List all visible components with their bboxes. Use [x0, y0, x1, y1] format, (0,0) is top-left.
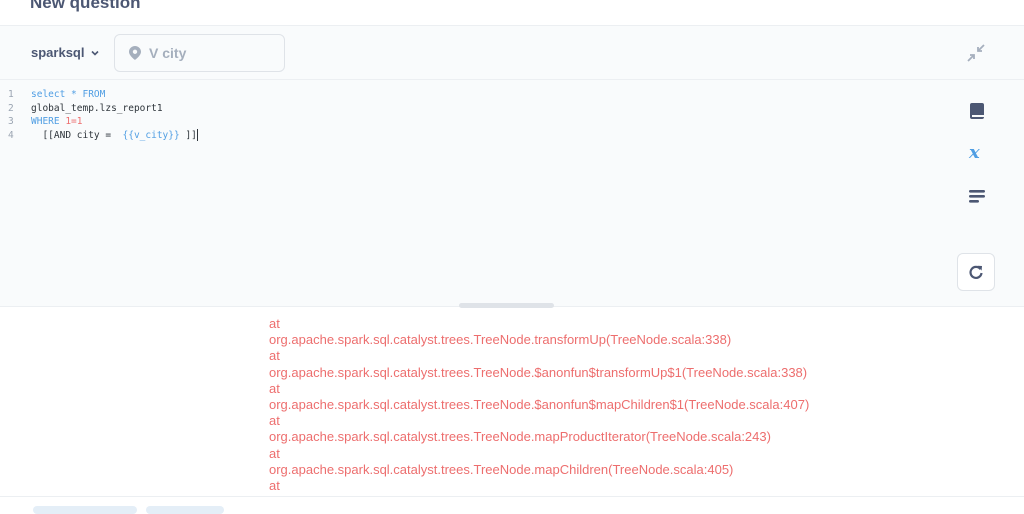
code-token: 1=1 [65, 116, 83, 127]
line-number: 2 [8, 102, 14, 114]
code-line[interactable]: 2 global_temp.lzs_report1 [8, 102, 198, 116]
code-token: select * FROM [31, 89, 106, 100]
chevron-down-icon [91, 50, 100, 56]
error-line: org.apache.spark.sql.catalyst.trees.Tree… [269, 332, 732, 348]
error-line: at [269, 413, 280, 429]
line-number: 1 [8, 89, 14, 100]
code-line[interactable]: 3 WHERE 1=1 [8, 115, 198, 129]
svg-text:x: x [968, 143, 980, 161]
collapse-editor-icon[interactable] [965, 42, 987, 64]
variables-icon[interactable]: x [966, 141, 988, 163]
footer-button[interactable] [146, 506, 224, 514]
database-name: sparksql [31, 45, 85, 60]
line-number: 4 [8, 129, 14, 141]
code-line[interactable]: 1 select * FROM [8, 88, 198, 102]
code-token: ]] [179, 129, 197, 141]
refresh-icon [969, 265, 983, 279]
error-line: org.apache.spark.sql.catalyst.trees.Tree… [269, 364, 808, 380]
text-cursor [196, 128, 198, 141]
sql-editor[interactable]: 1 select * FROM 2 global_temp.lzs_report1 3 W… [0, 80, 1024, 307]
rerun-query-button[interactable] [957, 253, 995, 291]
error-line: at [269, 316, 280, 331]
code-token: global_temp.lzs_report1 [31, 102, 163, 114]
data-reference-icon[interactable] [966, 100, 988, 122]
page-header: New question [0, 0, 1024, 26]
code-token: {{v_city}} [122, 129, 180, 141]
page-title: New question [30, 0, 141, 12]
error-line: at [269, 445, 280, 461]
error-line: org.apache.spark.sql.catalyst.trees.Tree… [269, 429, 771, 445]
code-token: [[AND city = [31, 129, 123, 141]
error-line: at [269, 380, 280, 396]
snippets-icon[interactable] [966, 185, 988, 207]
error-line: org.apache.spark.sql.catalyst.trees.Tree… [269, 461, 734, 477]
footer-button[interactable] [33, 506, 137, 514]
query-toolbar: sparksql [0, 26, 1024, 80]
error-line: at [269, 478, 280, 494]
line-number: 3 [8, 116, 14, 127]
code-line[interactable]: 4 [[AND city = {{v_city}} ]] [8, 128, 198, 143]
variable-input[interactable] [149, 45, 269, 61]
database-selector[interactable]: sparksql [31, 45, 100, 60]
code-area[interactable]: 1 select * FROM 2 global_temp.lzs_report1 3 W… [8, 88, 198, 142]
error-line: org.apache.spark.sql.catalyst.trees.Tree… [269, 397, 810, 413]
results-footer [0, 496, 1024, 514]
code-token: WHERE [31, 116, 66, 127]
variable-widget[interactable] [114, 34, 285, 72]
error-message: at org.apache.spark.sql.catalyst.trees.Tr… [269, 316, 1009, 494]
results-panel: at org.apache.spark.sql.catalyst.trees.Tr… [0, 308, 1024, 496]
location-pin-icon [129, 46, 141, 60]
error-line: at [269, 348, 280, 364]
